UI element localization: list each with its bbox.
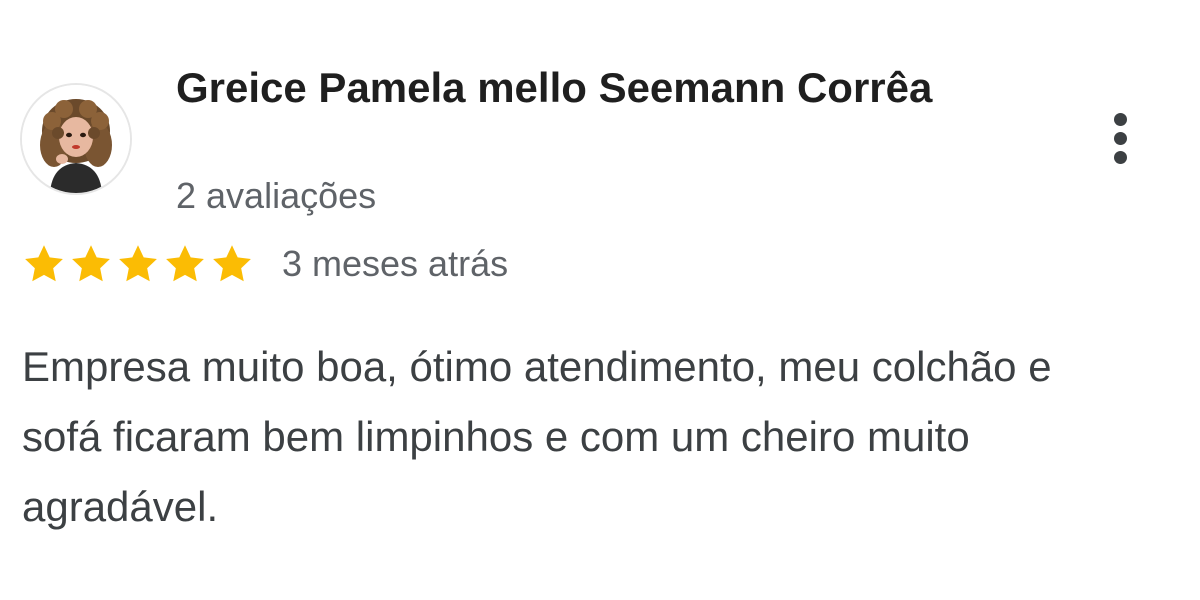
rating-row: 3 meses atrás bbox=[22, 240, 508, 288]
avatar[interactable] bbox=[20, 83, 132, 195]
star-icon bbox=[69, 242, 113, 286]
star-icon bbox=[22, 242, 66, 286]
author-review-count: 2 avaliações bbox=[176, 175, 377, 216]
author-name[interactable]: Greice Pamela mello Seemann Corrêa bbox=[176, 62, 976, 114]
star-rating bbox=[22, 242, 254, 286]
review-date: 3 meses atrás bbox=[282, 243, 509, 284]
star-icon bbox=[163, 242, 207, 286]
star-icon bbox=[116, 242, 160, 286]
more-options-button[interactable] bbox=[1096, 100, 1144, 176]
review-card: Greice Pamela mello Seemann Corrêa 2 ava… bbox=[0, 0, 1200, 600]
star-icon bbox=[210, 242, 254, 286]
review-text: Empresa muito boa, ótimo atendimento, me… bbox=[22, 343, 1052, 530]
more-vert-icon bbox=[1113, 112, 1127, 126]
avatar-illustration bbox=[22, 85, 130, 193]
